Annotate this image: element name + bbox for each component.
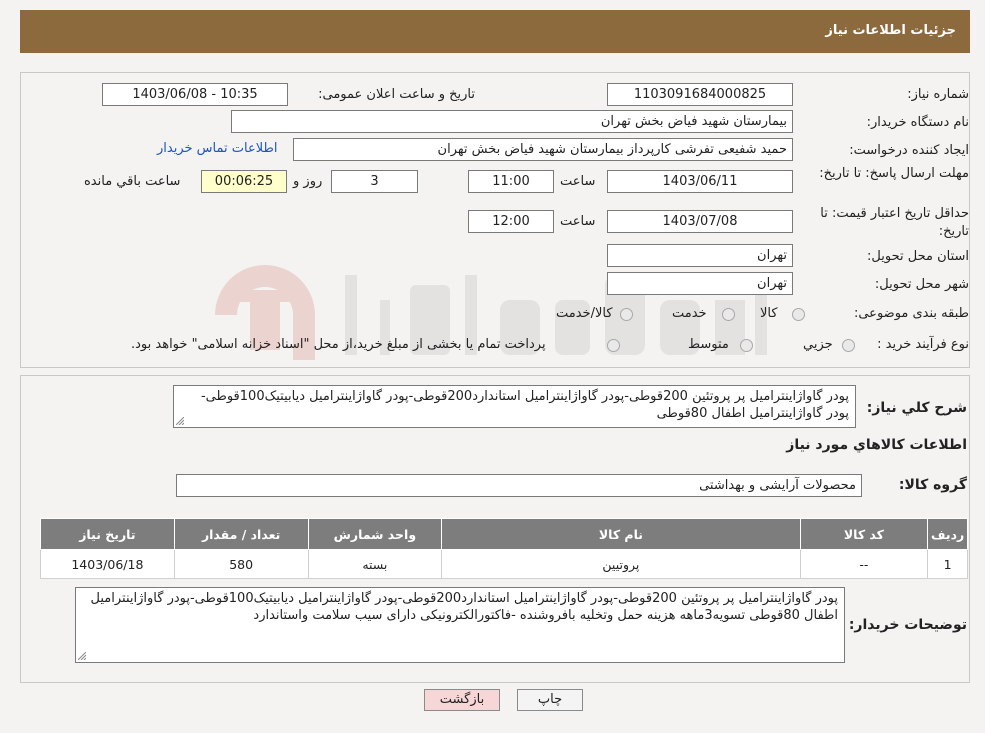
resize-grip-icon[interactable]	[78, 652, 86, 660]
price-valid-time-label: ساعت	[560, 214, 596, 229]
category-radio-both[interactable]	[620, 308, 633, 321]
col-header-row-number: ردیف	[927, 518, 968, 550]
col-header-quantity: تعداد / مقدار	[173, 518, 309, 550]
category-option-both: کالا/خدمت	[556, 306, 613, 321]
col-header-name: نام کالا	[441, 518, 801, 550]
announce-datetime-field: 1403/06/08 - 10:35	[102, 83, 288, 106]
process-radio-medium[interactable]	[740, 339, 753, 352]
days-label: روز و	[293, 174, 323, 189]
city-field: تهران	[607, 272, 793, 295]
process-label: نوع فرآیند خرید :	[877, 337, 969, 352]
requester-label: ایجاد کننده درخواست:	[849, 143, 969, 158]
cell-date: 1403/06/18	[40, 549, 175, 579]
page-title: جزئیات اطلاعات نیاز	[825, 23, 956, 38]
requester-field: حمید شفیعی تفرشی کارپرداز بیمارستان شهید…	[293, 138, 793, 161]
deadline-date-field: 1403/06/11	[607, 170, 793, 193]
city-label: شهر محل تحویل:	[874, 277, 969, 292]
buyer-notes-textarea: پودر گاواژاینترامیل پر پروتئین 200قوطی-پ…	[75, 587, 845, 663]
announce-label: تاریخ و ساعت اعلان عمومی:	[318, 87, 475, 102]
col-header-date: تاریخ نیاز	[40, 518, 175, 550]
process-option-minor: جزیي	[803, 337, 833, 352]
remaining-label: ساعت باقي مانده	[84, 174, 181, 189]
buyer-notes-text: پودر گاواژاینترامیل پر پروتئین 200قوطی-پ…	[90, 591, 838, 623]
process-option-medium: متوسط	[688, 337, 729, 352]
goods-group-field: محصولات آرایشی و بهداشتی	[176, 474, 862, 497]
price-valid-time-field: 12:00	[468, 210, 554, 233]
print-button[interactable]: چاپ	[517, 689, 583, 711]
buyer-org-field: بیمارستان شهید فیاض بخش تهران	[231, 110, 793, 133]
page-header: جزئیات اطلاعات نیاز	[20, 10, 970, 53]
goods-section-title: اطلاعات کالاهاي مورد نیاز	[786, 437, 967, 453]
cell-code: --	[799, 549, 929, 579]
table-row: 1 -- پروتیین بسته 580 1403/06/18	[40, 549, 968, 579]
days-field: 3	[331, 170, 418, 193]
resize-grip-icon[interactable]	[176, 417, 184, 425]
price-valid-date-field: 1403/07/08	[607, 210, 793, 233]
items-table: ردیف کد کالا نام کالا واحد شمارش تعداد /…	[40, 518, 968, 579]
category-label: طبقه بندی موضوعی:	[853, 306, 969, 321]
summary-text: پودر گاواژاینترامیل پر پروتئین 200قوطی-پ…	[200, 389, 849, 421]
remaining-time-field: 00:06:25	[201, 170, 287, 193]
need-number-label: شماره نیاز:	[907, 87, 969, 102]
process-radio-treasury[interactable]	[607, 339, 620, 352]
cell-unit: بسته	[307, 549, 443, 579]
process-note: پرداخت تمام یا بخشی از مبلغ خرید،از محل …	[131, 337, 546, 352]
summary-label: شرح کلي نیاز:	[866, 400, 967, 416]
cell-name: پروتیین	[441, 549, 801, 579]
cell-row-number: 1	[927, 549, 968, 579]
category-radio-service[interactable]	[722, 308, 735, 321]
table-header-row: ردیف کد کالا نام کالا واحد شمارش تعداد /…	[40, 518, 968, 550]
buyer-contact-link[interactable]: اطلاعات تماس خریدار	[157, 141, 277, 156]
deadline-label: مهلت ارسال پاسخ: تا تاریخ:	[819, 166, 969, 181]
category-radio-goods[interactable]	[792, 308, 805, 321]
process-radio-minor[interactable]	[842, 339, 855, 352]
goods-group-label: گروه کالا:	[898, 477, 967, 493]
province-field: تهران	[607, 244, 793, 267]
buyer-org-label: نام دستگاه خریدار:	[866, 115, 969, 130]
price-valid-label: حداقل تاریخ اعتبار قیمت: تا تاریخ:	[820, 206, 969, 239]
back-button[interactable]: بازگشت	[424, 689, 500, 711]
summary-textarea: پودر گاواژاینترامیل پر پروتئین 200قوطی-پ…	[173, 385, 856, 428]
col-header-unit: واحد شمارش	[307, 518, 443, 550]
deadline-time-label: ساعت	[560, 174, 596, 189]
need-number-field: 1103091684000825	[607, 83, 793, 106]
category-option-service: خدمت	[672, 306, 707, 321]
cell-quantity: 580	[173, 549, 309, 579]
category-option-goods: کالا	[760, 306, 778, 321]
deadline-time-field: 11:00	[468, 170, 554, 193]
col-header-code: کد کالا	[799, 518, 929, 550]
province-label: استان محل تحویل:	[867, 249, 969, 264]
buyer-notes-label: توضیحات خریدار:	[848, 617, 967, 633]
